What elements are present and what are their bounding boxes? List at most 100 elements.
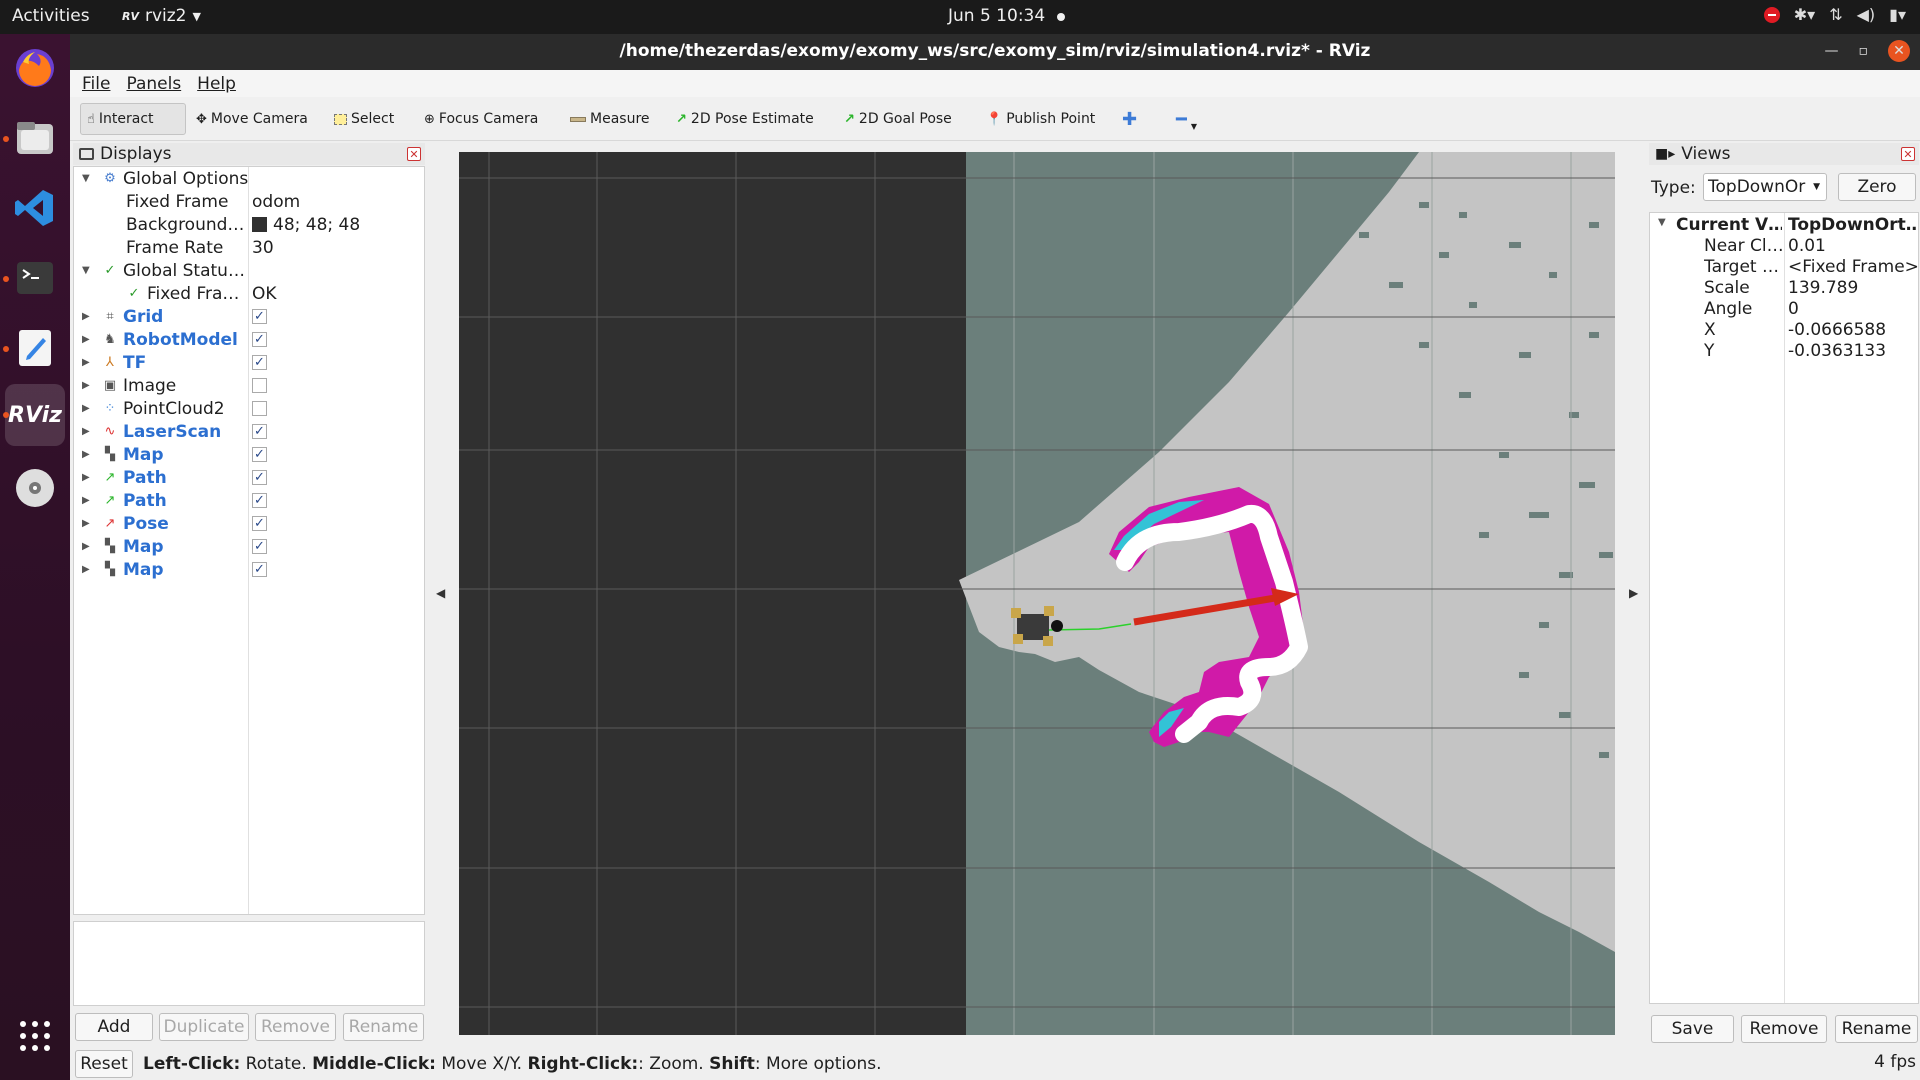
expand-arrow-icon[interactable]: ▼ bbox=[1658, 217, 1666, 228]
frame-rate-value[interactable]: 30 bbox=[252, 238, 274, 258]
close-window-button[interactable]: ✕ bbox=[1888, 40, 1910, 62]
display-item-image[interactable]: ▶ ▣ Image bbox=[74, 374, 424, 397]
expand-arrow-icon[interactable]: ▶ bbox=[82, 495, 90, 506]
expand-arrow-icon[interactable]: ▶ bbox=[82, 472, 90, 483]
window-titlebar[interactable]: /home/thezerdas/exomy/exomy_ws/src/exomy… bbox=[70, 34, 1920, 70]
display-checkbox[interactable]: ✓ bbox=[252, 355, 267, 370]
view-property-value[interactable]: 0.01 bbox=[1788, 236, 1826, 256]
view-property-row[interactable]: Scale 139.789 bbox=[1650, 278, 1918, 299]
view-type-select[interactable]: TopDownOr ▼ bbox=[1703, 173, 1827, 201]
display-item-tf[interactable]: ▶ ⅄ TF ✓ bbox=[74, 351, 424, 374]
fixed-frame-value[interactable]: odom bbox=[252, 192, 300, 212]
view-property-row[interactable]: Near Cl… 0.01 bbox=[1650, 236, 1918, 257]
view-property-row[interactable]: X -0.0666588 bbox=[1650, 320, 1918, 341]
measure-tool-button[interactable]: Measure bbox=[564, 103, 656, 135]
display-checkbox[interactable] bbox=[252, 401, 267, 416]
expand-arrow-icon[interactable]: ▶ bbox=[82, 518, 90, 529]
expand-arrow-icon[interactable]: ▶ bbox=[82, 449, 90, 460]
display-item-pointcloud2[interactable]: ▶ ⁘ PointCloud2 bbox=[74, 397, 424, 420]
zero-view-button[interactable]: Zero bbox=[1838, 173, 1916, 201]
expand-arrow-icon[interactable]: ▶ bbox=[82, 403, 90, 414]
move-camera-tool-button[interactable]: ✥ Move Camera bbox=[190, 103, 314, 135]
views-tree[interactable]: ▼ Current V… TopDownOrt… Near Cl… 0.01 T… bbox=[1649, 212, 1919, 1004]
remove-display-button[interactable]: Remove bbox=[255, 1013, 336, 1041]
remove-tool-button[interactable]: ━ ▼ bbox=[1170, 103, 1203, 135]
remove-view-button[interactable]: Remove bbox=[1741, 1015, 1827, 1043]
view-property-value[interactable]: 139.789 bbox=[1788, 278, 1858, 298]
expand-arrow-icon[interactable]: ▼ bbox=[82, 265, 90, 276]
add-display-button[interactable]: Add bbox=[75, 1013, 153, 1041]
render-viewport[interactable] bbox=[459, 152, 1615, 1035]
reset-button[interactable]: Reset bbox=[75, 1050, 133, 1078]
focus-camera-tool-button[interactable]: ⊕ Focus Camera bbox=[418, 103, 544, 135]
vscode-icon[interactable] bbox=[11, 184, 59, 232]
tree-row-global-options[interactable]: ▼ ⚙ Global Options bbox=[74, 167, 424, 190]
display-checkbox[interactable]: ✓ bbox=[252, 493, 267, 508]
collapse-left-arrow-icon[interactable]: ◀ bbox=[436, 586, 445, 600]
display-checkbox[interactable]: ✓ bbox=[252, 447, 267, 462]
rename-display-button[interactable]: Rename bbox=[343, 1013, 424, 1041]
interact-tool-button[interactable]: ☝ Interact bbox=[80, 103, 186, 135]
view-property-value[interactable]: 0 bbox=[1788, 299, 1799, 319]
files-icon[interactable] bbox=[11, 114, 59, 162]
minimize-icon[interactable]: — bbox=[1825, 43, 1839, 59]
accessibility-icon[interactable]: ✱▾ bbox=[1794, 5, 1815, 24]
expand-arrow-icon[interactable]: ▶ bbox=[82, 380, 90, 391]
menu-file[interactable]: File bbox=[82, 74, 110, 94]
expand-arrow-icon[interactable]: ▶ bbox=[82, 357, 90, 368]
display-item-path[interactable]: ▶ ↗ Path ✓ bbox=[74, 489, 424, 512]
display-item-laserscan[interactable]: ▶ ∿ LaserScan ✓ bbox=[74, 420, 424, 443]
expand-arrow-icon[interactable]: ▶ bbox=[82, 311, 90, 322]
tree-row-global-status[interactable]: ▼ ✓ Global Statu… bbox=[74, 259, 424, 282]
add-tool-button[interactable]: ✚ bbox=[1116, 103, 1143, 135]
background-value[interactable]: 48; 48; 48 bbox=[252, 215, 360, 235]
rename-view-button[interactable]: Rename bbox=[1835, 1015, 1918, 1043]
view-property-value[interactable]: -0.0666588 bbox=[1788, 320, 1886, 340]
display-checkbox[interactable]: ✓ bbox=[252, 424, 267, 439]
text-editor-icon[interactable] bbox=[11, 324, 59, 372]
terminal-icon[interactable] bbox=[11, 254, 59, 302]
clock[interactable]: Jun 5 10:34 bbox=[948, 6, 1045, 26]
display-item-map[interactable]: ▶ ▚ Map ✓ bbox=[74, 558, 424, 581]
expand-arrow-icon[interactable]: ▶ bbox=[82, 541, 90, 552]
expand-arrow-icon[interactable]: ▶ bbox=[82, 334, 90, 345]
display-item-robotmodel[interactable]: ▶ ♞ RobotModel ✓ bbox=[74, 328, 424, 351]
display-checkbox[interactable]: ✓ bbox=[252, 516, 267, 531]
app-menu[interactable]: RV rviz2 ▼ bbox=[122, 6, 201, 26]
displays-tree[interactable]: ▼ ⚙ Global Options Fixed Frame odom Back… bbox=[73, 166, 425, 915]
tree-row-background[interactable]: Background… 48; 48; 48 bbox=[74, 213, 424, 236]
display-checkbox[interactable]: ✓ bbox=[252, 539, 267, 554]
display-item-grid[interactable]: ▶ ⌗ Grid ✓ bbox=[74, 305, 424, 328]
battery-icon[interactable]: ▮▾ bbox=[1889, 5, 1906, 24]
pose-estimate-tool-button[interactable]: ↗ 2D Pose Estimate bbox=[670, 103, 820, 135]
save-view-button[interactable]: Save bbox=[1651, 1015, 1734, 1043]
display-item-pose[interactable]: ▶ ↗ Pose ✓ bbox=[74, 512, 424, 535]
select-tool-button[interactable]: Select bbox=[328, 103, 400, 135]
expand-arrow-icon[interactable]: ▶ bbox=[82, 426, 90, 437]
expand-arrow-icon[interactable]: ▶ bbox=[82, 564, 90, 575]
system-tray[interactable]: ✱▾ ⇅ ◀) ▮▾ bbox=[1763, 5, 1906, 24]
close-panel-button[interactable]: ✕ bbox=[407, 147, 421, 161]
tree-row-status-fixed-frame[interactable]: ✓ Fixed Fra… OK bbox=[74, 282, 424, 305]
display-item-path[interactable]: ▶ ↗ Path ✓ bbox=[74, 466, 424, 489]
app-grid-icon[interactable] bbox=[11, 1012, 59, 1060]
activities-button[interactable]: Activities bbox=[12, 6, 90, 26]
expand-arrow-icon[interactable]: ▼ bbox=[82, 173, 90, 184]
tree-row-frame-rate[interactable]: Frame Rate 30 bbox=[74, 236, 424, 259]
current-view-row[interactable]: ▼ Current V… TopDownOrt… bbox=[1650, 215, 1918, 236]
display-checkbox[interactable] bbox=[252, 378, 267, 393]
firefox-icon[interactable] bbox=[11, 44, 59, 92]
disc-icon[interactable] bbox=[11, 464, 59, 512]
menu-help[interactable]: Help bbox=[197, 74, 236, 94]
display-item-map[interactable]: ▶ ▚ Map ✓ bbox=[74, 443, 424, 466]
display-item-map[interactable]: ▶ ▚ Map ✓ bbox=[74, 535, 424, 558]
menu-panels[interactable]: Panels bbox=[126, 74, 181, 94]
maximize-icon[interactable]: ▫ bbox=[1859, 43, 1869, 59]
publish-point-tool-button[interactable]: 📍 Publish Point bbox=[980, 103, 1101, 135]
display-checkbox[interactable]: ✓ bbox=[252, 309, 267, 324]
view-property-row[interactable]: Target … <Fixed Frame> bbox=[1650, 257, 1919, 278]
view-property-value[interactable]: -0.0363133 bbox=[1788, 341, 1886, 361]
display-checkbox[interactable]: ✓ bbox=[252, 470, 267, 485]
rviz-icon[interactable]: RViz bbox=[5, 384, 65, 446]
view-property-row[interactable]: Angle 0 bbox=[1650, 299, 1918, 320]
